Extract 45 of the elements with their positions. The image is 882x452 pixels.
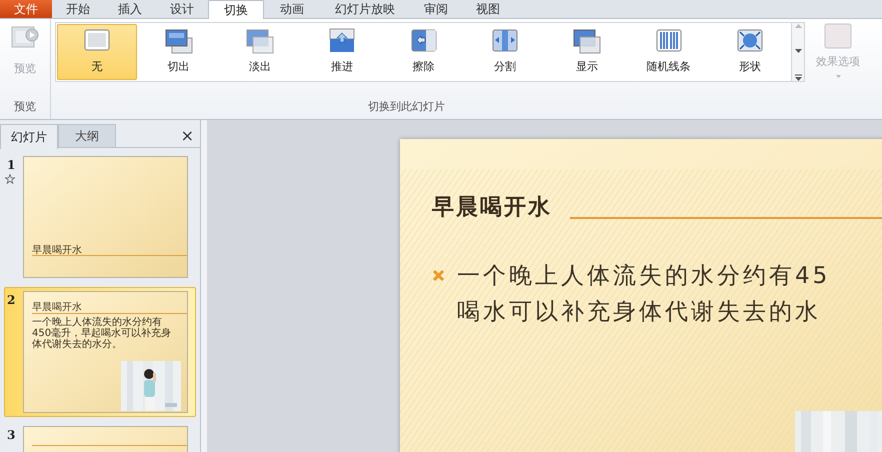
- transition-icon: [326, 27, 357, 55]
- bullet-icon: [433, 270, 444, 281]
- dropdown-icon: [836, 74, 840, 78]
- thumbnail-body-text: 一个晚上人体流失的水分约有450毫升，早起喝水可以补充身体代谢失去的水分。: [32, 317, 172, 350]
- gallery-scrollbar[interactable]: [792, 22, 805, 82]
- transition-icon: [164, 27, 194, 55]
- group-label: 预览: [14, 98, 36, 114]
- slide-number: 1: [7, 157, 16, 174]
- ribbon-tab[interactable]: 幻灯片放映: [320, 0, 410, 18]
- slide-thumbnail-row[interactable]: 1 早晨喝开水: [4, 152, 196, 282]
- bullet-text: 一个晚上人体流失的水分约有45: [457, 262, 830, 291]
- transition-option[interactable]: 无: [57, 24, 137, 80]
- thumbnail-title: 早晨喝开水: [32, 300, 82, 315]
- ribbon-tab[interactable]: 切换: [208, 0, 264, 19]
- effect-options-icon: [823, 22, 853, 50]
- group-label: 切换到此幻灯片: [368, 98, 445, 114]
- ribbon-tab[interactable]: 动画: [264, 0, 320, 18]
- slide-number: 3: [7, 427, 16, 444]
- slide-thumbnail-row[interactable]: 2 早晨喝开水 一个晚上人体流失的水分约有450毫升，早起喝水可以补充身体代谢失去的水分。: [4, 287, 196, 417]
- ribbon-tab[interactable]: 插入: [104, 0, 156, 18]
- more-icon[interactable]: [794, 74, 802, 81]
- close-button[interactable]: ×: [180, 128, 194, 144]
- pane-tab[interactable]: 幻灯片: [0, 124, 58, 149]
- ribbon-tab[interactable]: 开始: [52, 0, 104, 18]
- slide-thumbnail-row[interactable]: 3: [4, 422, 196, 452]
- transition-option[interactable]: 形状: [710, 24, 790, 80]
- transition-icon: [245, 27, 276, 55]
- ribbon-tab[interactable]: 设计: [156, 0, 208, 18]
- transition-option[interactable]: 分割: [465, 24, 546, 80]
- ribbon-tab[interactable]: 审阅: [410, 0, 462, 18]
- transition-icon: [572, 27, 602, 55]
- transition-option[interactable]: 淡出: [220, 24, 300, 80]
- slide-title: 早晨喝开水: [432, 194, 552, 222]
- bullet-text: 喝水可以补充身体代谢失去的水: [457, 298, 821, 327]
- transition-option[interactable]: 推进: [302, 24, 382, 80]
- transition-option[interactable]: 显示: [547, 24, 627, 80]
- scroll-down-icon[interactable]: [794, 48, 802, 54]
- transition-option[interactable]: 切出: [138, 24, 218, 80]
- pane-tab[interactable]: 大纲: [58, 124, 116, 147]
- ribbon-tab[interactable]: 视图: [462, 0, 514, 18]
- thumbnail-title: 早晨喝开水: [32, 244, 82, 258]
- slide-number: 2: [7, 292, 16, 309]
- transition-option[interactable]: 随机线条: [628, 24, 708, 80]
- transition-option[interactable]: 擦除: [384, 24, 464, 80]
- file-tab[interactable]: 文件: [0, 0, 52, 18]
